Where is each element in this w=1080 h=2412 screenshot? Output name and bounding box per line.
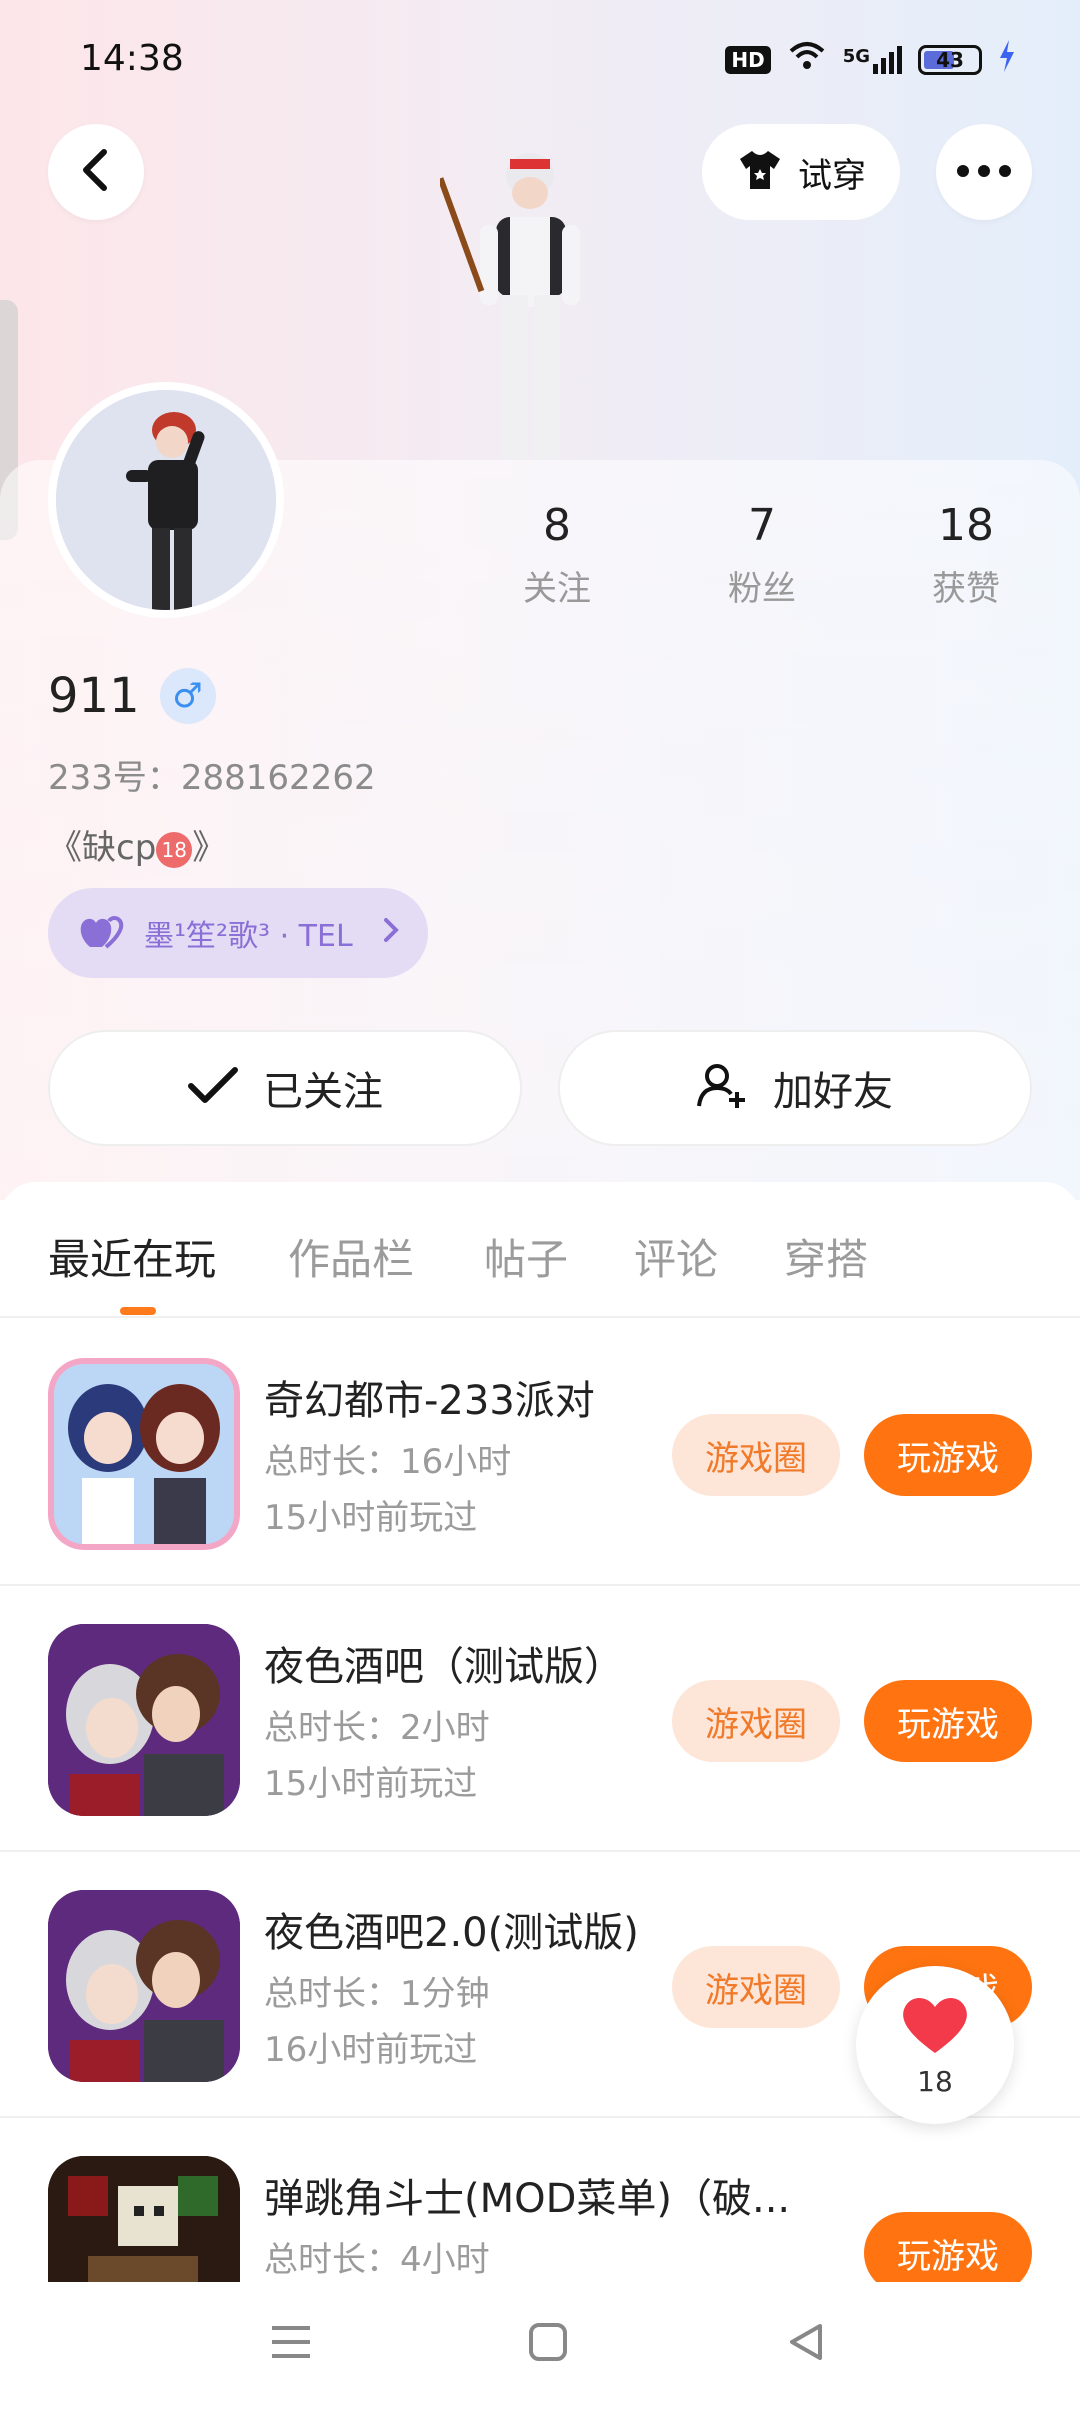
game-last-played: 15小时前玩过 [264,1498,478,1538]
bio: 《缺cp 18 》 [48,820,226,869]
play-game-button[interactable]: 玩游戏 [864,2212,1032,2282]
heart-pair-icon [76,911,130,955]
game-last-played: 16小时前玩过 [264,2030,478,2070]
try-on-label: 试穿 [798,155,866,196]
bio-suffix: 》 [192,828,227,868]
game-title: 夜色酒吧2.0(测试版) [264,1910,639,1956]
heart-icon [899,1993,971,2061]
game-last-played: 15小时前玩过 [264,1764,478,1804]
battery-icon: 43 [918,45,982,75]
game-title: 奇幻都市-233派对 [264,1378,595,1424]
play-game-button[interactable]: 玩游戏 [864,1414,1032,1496]
avatar[interactable] [48,382,284,618]
play-game-button[interactable]: 玩游戏 [864,1680,1032,1762]
game-circle-button[interactable]: 游戏圈 [672,1414,840,1496]
wifi-icon [787,41,827,79]
try-on-button[interactable]: 试穿 [702,124,900,220]
status-bar: 14:38 HD 5G 43 [0,0,1080,120]
like-count: 18 [917,2064,953,2098]
network-label: 5G [842,46,870,67]
tab-indicator [120,1307,156,1315]
avatar-3d-figure[interactable] [437,145,640,460]
game-title: 弹跳角斗士(MOD菜单)（破... [264,2176,791,2222]
stat-likes-label: 获赞 [932,569,1000,609]
stat-fans[interactable]: 7 粉丝 [682,500,842,610]
game-duration: 总时长：1分钟 [264,1974,490,2014]
stat-fans-num: 7 [748,500,776,551]
like-button[interactable]: 18 [856,1966,1014,2124]
chevron-left-icon [78,148,114,196]
tab-comments[interactable]: 评论 [634,1226,718,1287]
stat-following[interactable]: 8 关注 [477,500,637,610]
game-duration: 总时长：2小时 [264,1708,490,1748]
game-circle-button[interactable]: 游戏圈 [672,1680,840,1762]
status-icons: HD 5G 43 [725,40,1016,80]
check-icon [187,1066,239,1110]
hd-icon: HD [725,46,771,74]
game-row[interactable]: 奇幻都市-233派对 总时长：16小时 15小时前玩过 游戏圈 玩游戏 [0,1318,1080,1586]
game-title: 夜色酒吧（测试版） [264,1644,624,1690]
game-icon [48,1358,240,1550]
tab-posts[interactable]: 帖子 [484,1226,568,1287]
game-duration: 总时长：4小时 [264,2240,490,2280]
cp-tag-label: 墨¹笙²歌³ · TEL [144,919,353,954]
add-user-icon [697,1062,749,1114]
user-id[interactable]: 233号：288162262 [48,750,376,799]
chevron-right-icon [382,913,400,953]
tab-recent-played[interactable]: 最近在玩 [48,1226,216,1287]
age-18-badge: 18 [156,831,193,868]
game-row[interactable]: 夜色酒吧（测试版） 总时长：2小时 15小时前玩过 游戏圈 玩游戏 [0,1584,1080,1852]
more-icon [956,163,1012,182]
game-icon [48,1624,240,1816]
battery-level: 43 [936,48,964,72]
stat-following-label: 关注 [523,569,591,609]
stat-fans-label: 粉丝 [728,569,796,609]
username: 911 [48,668,140,724]
status-time: 14:38 [80,38,184,79]
followed-label: 已关注 [263,1069,383,1115]
cp-tag-chip[interactable]: 墨¹笙²歌³ · TEL [48,888,428,978]
stat-likes-num: 18 [938,500,994,551]
game-circle-button[interactable]: 游戏圈 [672,1946,840,2028]
male-gender-icon: ♂ [159,668,216,724]
charging-icon [998,40,1016,80]
followed-button[interactable]: 已关注 [48,1030,522,1146]
game-duration: 总时长：16小时 [264,1442,512,1482]
bio-prefix: 《缺cp [48,828,157,868]
game-icon [48,1890,240,2082]
username-row: 911 ♂ [48,668,216,724]
system-nav-bar [0,2282,1080,2412]
tshirt-icon [736,149,784,195]
add-friend-label: 加好友 [773,1069,893,1115]
game-icon [48,2156,240,2282]
game-row[interactable]: 弹跳角斗士(MOD菜单)（破... 总时长：4小时 玩游戏 [0,2116,1080,2282]
avatar-image [56,390,276,610]
back-button[interactable] [48,124,144,220]
stat-following-num: 8 [543,500,571,551]
add-friend-button[interactable]: 加好友 [558,1030,1032,1146]
stat-likes[interactable]: 18 获赞 [886,500,1046,610]
tab-outfits[interactable]: 穿搭 [784,1226,868,1287]
home-icon[interactable] [528,2322,568,2366]
tab-bar: 最近在玩 作品栏 帖子 评论 穿搭 [0,1182,1080,1318]
menu-icon[interactable] [270,2322,312,2366]
back-nav-icon[interactable] [786,2322,826,2366]
tab-works[interactable]: 作品栏 [288,1226,414,1287]
more-options-button[interactable] [936,124,1032,220]
signal-icon: 5G [843,46,902,74]
